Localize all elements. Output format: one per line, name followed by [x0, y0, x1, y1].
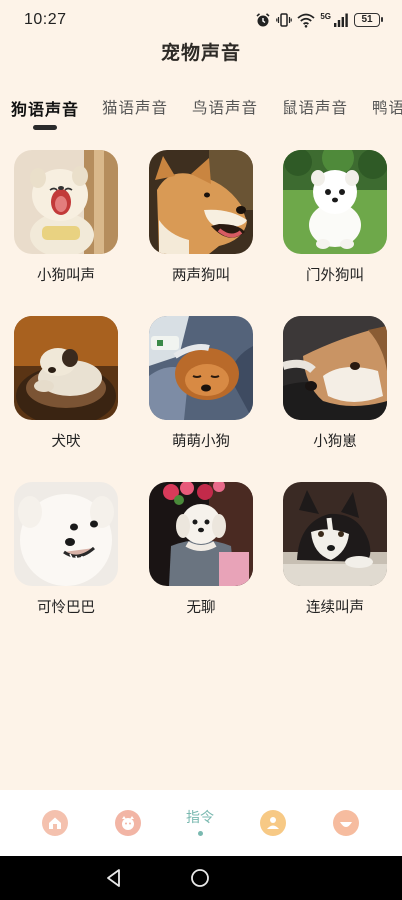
home-icon	[42, 810, 68, 836]
sound-label: 门外狗叫	[306, 268, 364, 284]
tab-indicator	[33, 125, 57, 130]
sound-card[interactable]: 无聊	[149, 482, 253, 617]
nav-commands-label: 指令	[186, 810, 214, 826]
white-pomeranian-on-grass-image[interactable]	[283, 150, 387, 254]
sound-card[interactable]: 可怜巴巴	[14, 482, 118, 617]
category-tabs: 狗语声音 猫语声音 鸟语声音 鼠语声音 鸭语	[0, 96, 402, 136]
app-screen: 10:27 5G 51 宠物声音 狗语声音 猫语声音 鸟语声音 鼠语声音 鸭语 …	[0, 0, 402, 900]
sound-label: 连续叫声	[306, 600, 364, 616]
tab-dog-sounds[interactable]: 狗语声音	[11, 96, 79, 120]
sound-label: 萌萌小狗	[172, 434, 230, 450]
nav-profile[interactable]	[326, 800, 366, 844]
network-type: 5G	[320, 12, 331, 21]
smile-icon	[333, 810, 359, 836]
sound-card[interactable]: 小狗叫声	[14, 150, 118, 285]
tab-duck-sounds[interactable]: 鸭语	[372, 96, 402, 118]
battery-icon: 51	[354, 13, 383, 27]
photo-icon	[260, 810, 286, 836]
alarm-icon	[256, 13, 270, 27]
smiling-white-spitz-image[interactable]	[14, 482, 118, 586]
status-bar: 10:27 5G 51	[0, 0, 402, 40]
nav-commands[interactable]: 指令	[180, 800, 220, 844]
shiba-barking-image[interactable]	[149, 150, 253, 254]
tab-cat-sounds[interactable]: 猫语声音	[102, 96, 168, 118]
husky-lying-down-image[interactable]	[283, 482, 387, 586]
page-title: 宠物声音	[160, 42, 241, 64]
maltese-with-flowers-image[interactable]	[149, 482, 253, 586]
bottom-navigation: 指令	[0, 790, 402, 856]
tab-bird-sounds[interactable]: 鸟语声音	[192, 96, 258, 118]
sound-label: 无聊	[186, 600, 216, 616]
sound-label: 犬吠	[51, 434, 81, 450]
vibrate-icon	[276, 13, 293, 27]
sound-card[interactable]: 两声狗叫	[149, 150, 253, 285]
nav-active-dot	[197, 831, 203, 836]
wifi-icon	[297, 13, 315, 28]
home-circle-icon[interactable]	[190, 868, 210, 888]
sound-label: 可怜巴巴	[37, 600, 95, 616]
puppy-yawning-image[interactable]	[14, 150, 118, 254]
status-time: 10:27	[24, 11, 67, 28]
sound-card[interactable]: 门外狗叫	[283, 150, 387, 285]
sound-card[interactable]: 萌萌小狗	[149, 316, 253, 451]
nav-home[interactable]	[35, 800, 75, 844]
status-icons: 5G 51	[255, 12, 383, 28]
sound-card[interactable]: 犬吠	[14, 316, 118, 451]
cat-face-icon	[115, 810, 141, 836]
nav-photo[interactable]	[253, 800, 293, 844]
sound-label: 小狗叫声	[37, 268, 95, 284]
system-navigation-bar	[0, 856, 402, 900]
nav-cat[interactable]	[108, 800, 148, 844]
puppy-in-basket-image[interactable]	[14, 316, 118, 420]
tab-mouse-sounds[interactable]: 鼠语声音	[282, 96, 348, 118]
dog-resting-head-image[interactable]	[283, 316, 387, 420]
signal-icon	[334, 13, 348, 27]
sound-card[interactable]: 小狗崽	[283, 316, 387, 451]
sound-card[interactable]: 连续叫声	[283, 482, 387, 617]
sound-label: 小狗崽	[313, 434, 357, 450]
sleeping-puppy-in-blanket-image[interactable]	[149, 316, 253, 420]
sound-label: 两声狗叫	[172, 268, 230, 284]
back-icon[interactable]	[104, 868, 124, 888]
